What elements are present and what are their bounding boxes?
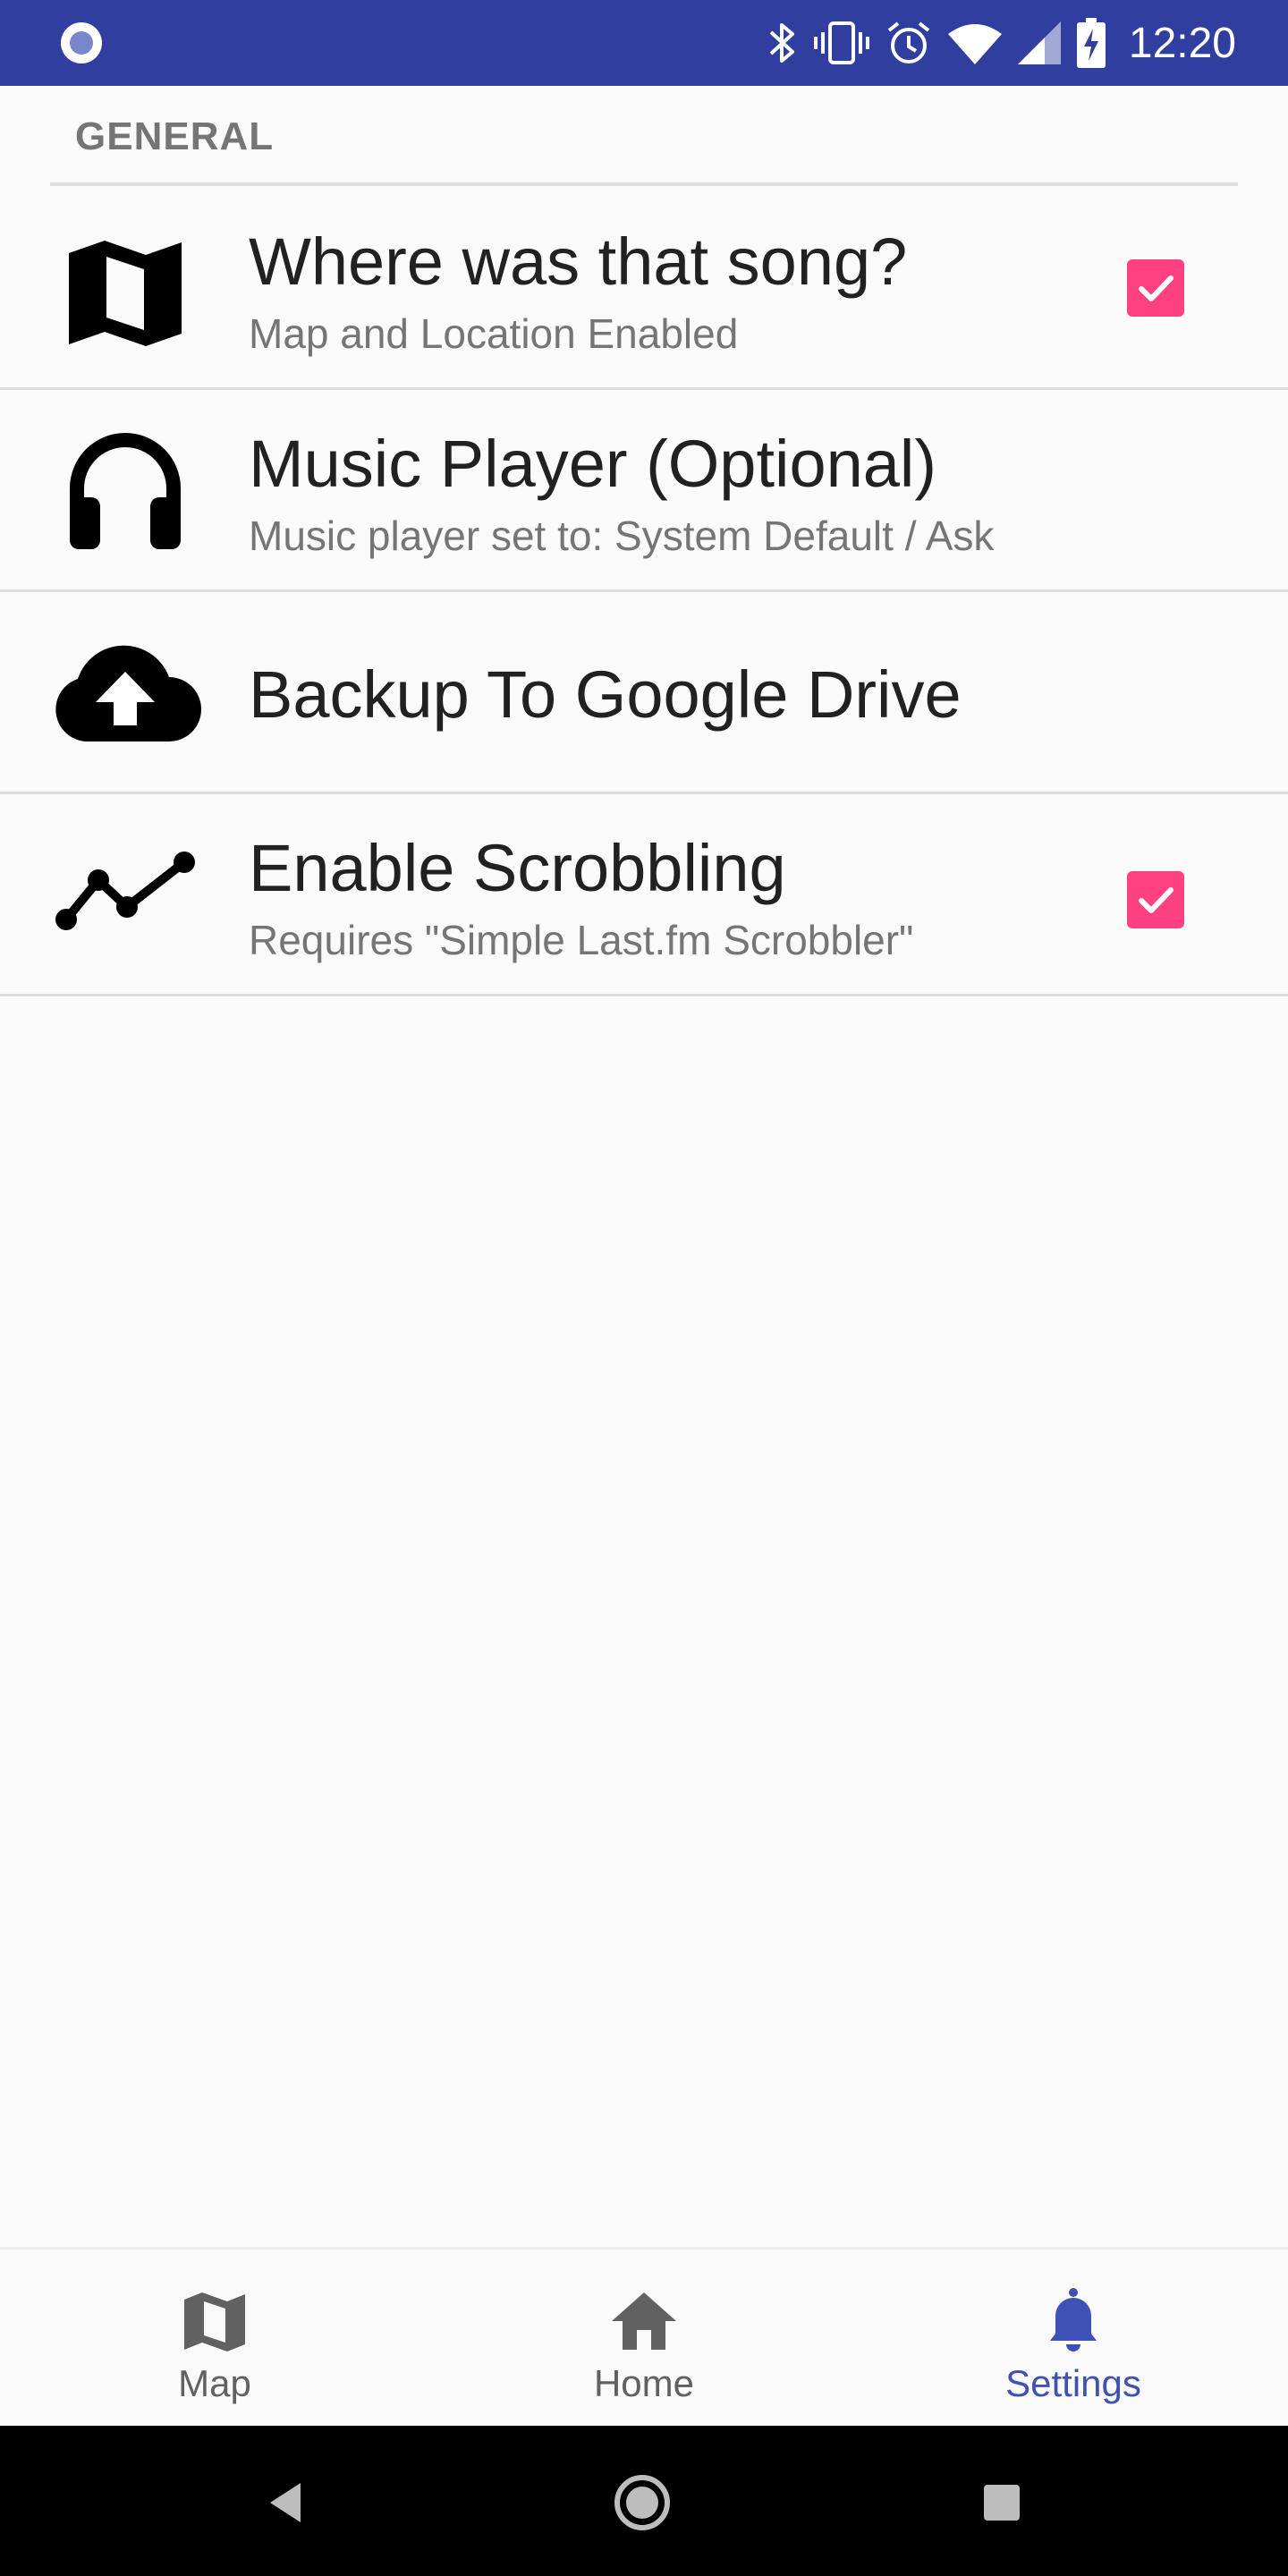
nav-label: Home (593, 2362, 695, 2404)
pref-summary: Map and Location Enabled (249, 310, 739, 357)
nav-item-home[interactable]: Home (429, 2250, 859, 2428)
bell-icon (1050, 2288, 1097, 2351)
section-divider (50, 182, 1238, 186)
nav-item-map[interactable]: Map (0, 2250, 429, 2428)
cell-signal-icon (1017, 21, 1061, 64)
nav-label: Settings (1005, 2362, 1141, 2404)
map-icon (47, 215, 204, 372)
pref-item-scrobbling[interactable]: Enable Scrobbling Requires "Simple Last.… (0, 794, 1288, 996)
pref-summary: Requires "Simple Last.fm Scrobbler" (249, 917, 914, 963)
wifi-icon (947, 24, 1002, 64)
app-notification-icon (61, 22, 102, 64)
map-icon (184, 2292, 245, 2351)
pref-title: Music Player (Optional) (249, 427, 937, 501)
vibrate-icon (813, 21, 869, 64)
pref-item-location[interactable]: Where was that song? Map and Location En… (0, 188, 1288, 390)
pref-item-backup[interactable]: Backup To Google Drive (0, 592, 1288, 794)
pref-summary: Music player set to: System Default / As… (249, 513, 995, 559)
section-header-general: GENERAL (75, 114, 275, 158)
alarm-icon (887, 21, 930, 64)
home-circle-icon[interactable] (614, 2474, 671, 2531)
location-checkbox[interactable] (1127, 259, 1184, 317)
home-icon (612, 2292, 676, 2350)
nav-label: Map (178, 2362, 251, 2404)
pref-item-music-player[interactable]: Music Player (Optional) Music player set… (0, 390, 1288, 592)
pref-title: Backup To Google Drive (249, 657, 962, 732)
scrobbling-checkbox[interactable] (1127, 871, 1184, 928)
battery-charging-icon (1076, 18, 1106, 68)
trending-line-icon (47, 816, 204, 973)
recents-icon[interactable] (973, 2474, 1030, 2531)
pref-title: Where was that song? (249, 225, 908, 299)
status-bar: 12:20 (0, 0, 1288, 86)
cloud-upload-icon (47, 615, 204, 773)
status-time: 12:20 (1128, 19, 1236, 67)
pref-title: Enable Scrobbling (249, 831, 786, 905)
back-icon[interactable] (259, 2474, 317, 2531)
system-navigation-bar (0, 2426, 1288, 2576)
nav-item-settings[interactable]: Settings (859, 2250, 1288, 2428)
bottom-navigation: Map Home Settings (0, 2247, 1288, 2426)
headphones-icon (47, 411, 204, 569)
bluetooth-icon (769, 23, 794, 63)
status-icons: 12:20 (766, 0, 1288, 86)
